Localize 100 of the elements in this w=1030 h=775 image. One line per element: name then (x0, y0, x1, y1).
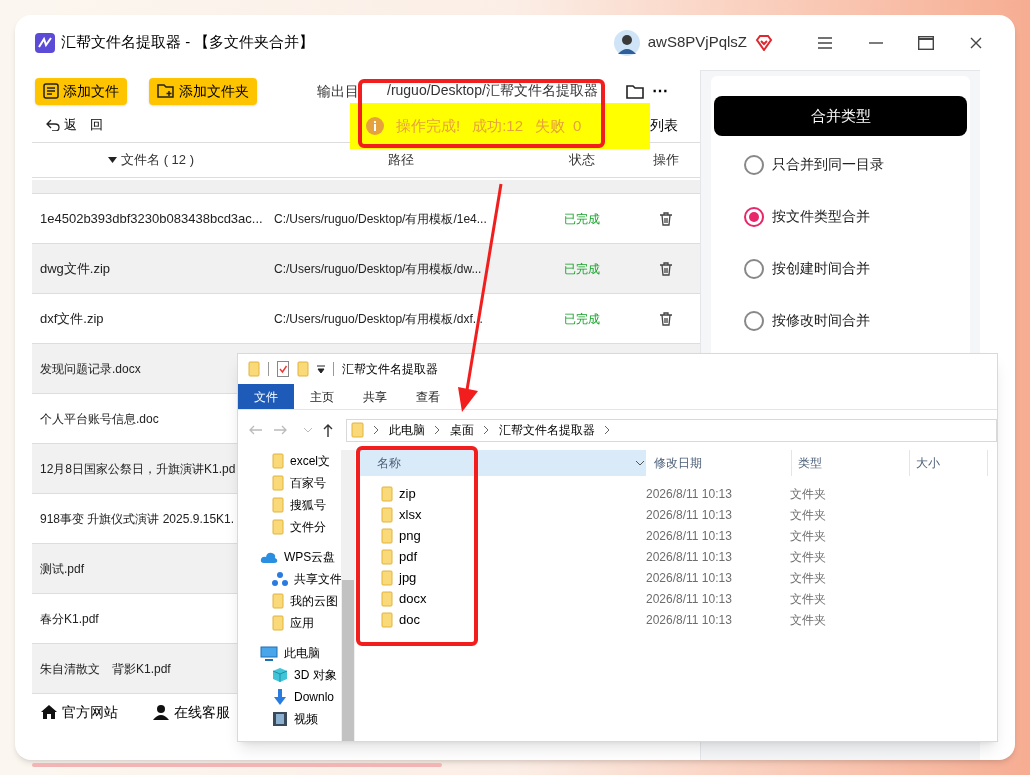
folder-icon (272, 453, 284, 469)
radio-option[interactable]: 只合并到同一目录 (744, 154, 967, 175)
folder-icon (381, 569, 393, 586)
file-name-cell-text: dwg文件.zip (39, 259, 112, 278)
column-header[interactable]: 修改日期 (646, 450, 792, 476)
status-cell-text: 已完成 (563, 310, 601, 328)
menu-icon (818, 36, 832, 49)
ribbon-tab[interactable]: 查看 (403, 384, 453, 409)
app-logo-icon (35, 32, 55, 53)
folder-icon (297, 361, 309, 377)
add-button[interactable]: 添加文件 (35, 77, 127, 105)
add-button[interactable]: 添加文件夹 (149, 77, 257, 105)
date-cell-text: 2026/8/11 10:13 (646, 548, 733, 566)
back-button[interactable]: 返 回 (46, 115, 103, 135)
chevron-right-icon (605, 426, 610, 434)
column-header[interactable]: 大小 (910, 450, 988, 476)
toast-text: 0 (573, 115, 582, 136)
trash-icon (660, 261, 672, 276)
chevron-down-icon (634, 450, 646, 476)
ribbon-tab[interactable]: 共享 (350, 384, 400, 409)
folder-name[interactable]: xlsx (399, 504, 422, 525)
column-header[interactable]: 路径 (270, 150, 532, 170)
folder-name[interactable]: jpg (399, 567, 417, 588)
folder-icon (272, 475, 284, 491)
nav-item[interactable]: 搜狐号 (238, 496, 341, 514)
date-cell-text: 2026/8/11 10:13 (646, 569, 733, 587)
radio-option[interactable]: 按文件类型合并 (744, 206, 967, 227)
date-cell-text: 2026/8/11 10:13 (646, 590, 733, 608)
date-cell-text: 2026/8/11 10:13 (646, 506, 733, 524)
file-list-icon (43, 83, 59, 99)
folder-name[interactable]: pdf (399, 546, 418, 567)
nav-item[interactable]: 我的云图 (238, 592, 341, 610)
path-cell-text: C:/Users/ruguo/Desktop/有用模板/dw... (273, 260, 483, 278)
window-title: 汇帮文件名提取器 - 【多文件夹合并】 (61, 32, 315, 53)
cloud-icon (260, 551, 278, 563)
radio-button[interactable] (744, 206, 764, 227)
address-bar[interactable]: 此电脑 桌面 汇帮文件名提取器 (346, 418, 997, 442)
folder-icon (272, 497, 284, 513)
scrollbar[interactable] (341, 450, 355, 741)
breadcrumb-item[interactable]: 此电脑 (389, 421, 425, 439)
footer-link[interactable]: 官方网站 (40, 701, 118, 723)
breadcrumb-item[interactable]: 汇帮文件名提取器 (499, 421, 595, 439)
nav-item[interactable]: 共享文件 (238, 570, 341, 588)
ribbon-tab[interactable]: 主页 (297, 384, 347, 409)
file-name-cell-text: 测试.pdf (39, 560, 85, 578)
column-header[interactable]: 名称 (359, 450, 634, 476)
arrow-right-icon (274, 425, 288, 435)
file-name-cell-text: 春分K1.pdf (39, 610, 100, 628)
nav-item[interactable]: Downlo (238, 688, 341, 706)
nav-item[interactable]: 视频 (238, 710, 341, 728)
radio-button[interactable] (744, 154, 764, 175)
folder-icon (272, 615, 284, 631)
nav-item[interactable]: 应用 (238, 614, 341, 632)
minimize-icon (869, 41, 883, 44)
share-nodes-icon (272, 571, 288, 587)
nav-item[interactable]: 文件分 (238, 518, 341, 536)
delete-button[interactable] (658, 210, 674, 227)
footer-link[interactable]: 在线客服 (152, 701, 230, 723)
column-header[interactable]: 操作 (632, 150, 700, 170)
breadcrumb-item[interactable]: 桌面 (450, 421, 474, 439)
delete-button[interactable] (658, 260, 674, 277)
checklist-icon (277, 361, 289, 377)
column-header[interactable]: 状态 (532, 150, 632, 170)
more-button[interactable]: ⋯ (652, 79, 668, 103)
file-name-cell-text: 个人平台账号信息.doc (39, 410, 160, 428)
delete-button[interactable] (658, 310, 674, 327)
arrow-up-icon (323, 423, 333, 437)
nav-item[interactable]: WPS云盘 (238, 548, 341, 566)
nav-item[interactable]: 3D 对象 (238, 666, 341, 684)
radio-button[interactable] (744, 310, 764, 331)
date-cell-text: 2026/8/11 10:13 (646, 485, 733, 503)
folder-icon (381, 548, 393, 565)
chevron-right-icon (435, 426, 440, 434)
dropdown-icon (317, 365, 325, 373)
folder-name[interactable]: docx (399, 588, 427, 609)
nav-item[interactable]: excel文 (238, 452, 341, 470)
type-cell-text: 文件夹 (790, 611, 826, 629)
radio-button[interactable] (744, 258, 764, 279)
avatar-icon (613, 29, 640, 56)
person-icon (152, 704, 170, 720)
nav-item[interactable]: 百家号 (238, 474, 341, 492)
trash-icon (660, 311, 672, 326)
folder-name[interactable]: png (399, 525, 421, 546)
nav-item[interactable]: 此电脑 (238, 644, 341, 662)
folder-name[interactable]: zip (399, 483, 416, 504)
column-header[interactable]: 类型 (792, 450, 910, 476)
chevron-down-icon (304, 427, 312, 433)
ribbon-tab[interactable]: 文件 (238, 384, 294, 409)
radio-option[interactable]: 按创建时间合并 (744, 258, 967, 279)
status-cell-text: 已完成 (563, 260, 601, 278)
toast-text: 失败 (535, 115, 566, 136)
list-view-button[interactable]: 列表 (650, 114, 678, 136)
scrollbar[interactable] (32, 763, 442, 767)
file-name-cell-text: 12月8日国家公祭日，升旗演讲K1.pd (39, 460, 236, 478)
folder-outline-icon (626, 83, 644, 99)
folder-icon (272, 519, 284, 535)
trash-icon (660, 211, 672, 226)
radio-option[interactable]: 按修改时间合并 (744, 310, 967, 331)
folder-name[interactable]: doc (399, 609, 420, 630)
column-header[interactable]: 文件名 ( 12 ) (32, 150, 270, 170)
